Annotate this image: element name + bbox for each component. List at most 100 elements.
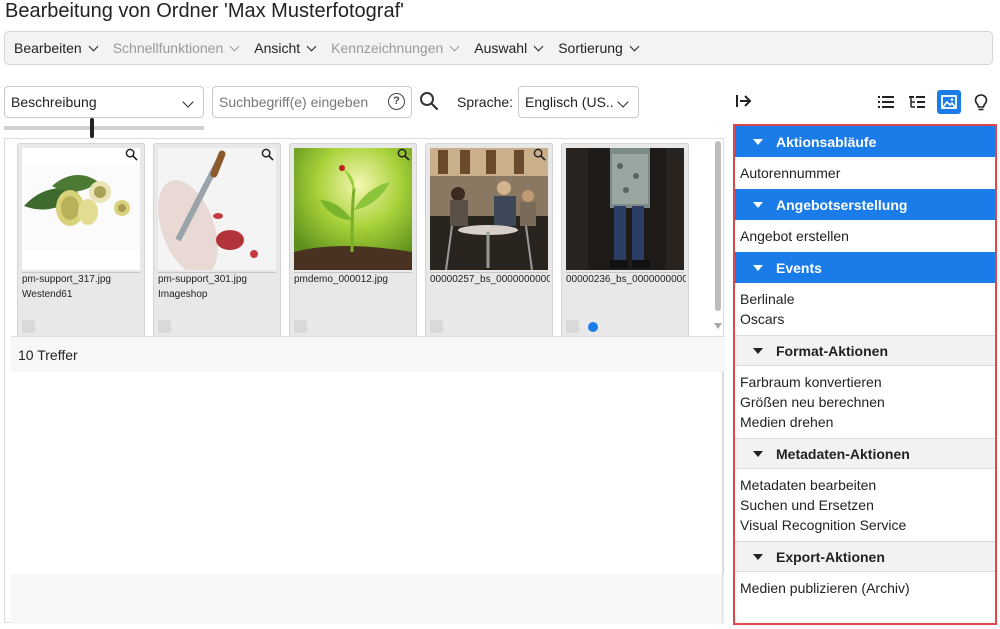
menu-label: Auswahl bbox=[474, 40, 528, 56]
triangle-down-icon bbox=[753, 553, 763, 560]
divider bbox=[566, 272, 684, 273]
menu-label: Sortierung bbox=[558, 40, 623, 56]
results-footer bbox=[11, 574, 725, 624]
results-empty-area bbox=[11, 372, 713, 574]
chevron-down-icon bbox=[88, 41, 99, 51]
action-item[interactable]: Berlinale bbox=[740, 289, 995, 309]
list-view-icon[interactable] bbox=[877, 94, 895, 110]
zoom-icon[interactable] bbox=[125, 148, 138, 161]
menu-label: Bearbeiten bbox=[14, 40, 82, 56]
action-list: Medien publizieren (Archiv) bbox=[735, 572, 995, 604]
thumbnail-image[interactable] bbox=[294, 148, 412, 270]
thumbnail-image[interactable] bbox=[430, 148, 548, 270]
action-section-title: Angebotserstellung bbox=[776, 196, 908, 213]
tree-view-icon[interactable] bbox=[908, 94, 926, 110]
action-section-title: Export-Aktionen bbox=[776, 548, 885, 565]
action-item[interactable]: Medien drehen bbox=[740, 412, 995, 432]
lightbulb-icon[interactable] bbox=[973, 93, 989, 113]
thumbnail-image[interactable] bbox=[22, 148, 140, 270]
chevron-down-icon bbox=[182, 96, 194, 108]
select-checkbox[interactable] bbox=[566, 320, 579, 333]
help-icon[interactable]: ? bbox=[388, 93, 405, 110]
scrollbar-thumb[interactable] bbox=[715, 141, 721, 311]
menu-bearbeiten[interactable]: Bearbeiten bbox=[14, 40, 99, 56]
menu-auswahl[interactable]: Auswahl bbox=[474, 40, 544, 56]
search-input[interactable] bbox=[212, 86, 412, 118]
thumbnail-card[interactable]: pm-support_301.jpg Imageshop bbox=[153, 143, 281, 337]
image-view-icon[interactable] bbox=[937, 90, 961, 114]
search-icon[interactable] bbox=[419, 91, 439, 111]
slider-handle[interactable] bbox=[90, 118, 94, 138]
action-section-header[interactable]: Events bbox=[735, 252, 995, 283]
divider bbox=[430, 272, 548, 273]
menu-schnellfunktionen: Schnellfunktionen bbox=[112, 40, 240, 56]
triangle-down-icon bbox=[753, 264, 763, 271]
action-item[interactable]: Farbraum konvertieren bbox=[740, 372, 995, 392]
divider bbox=[22, 272, 140, 273]
thumbnail-grid: pm-support_317.jpg Westend61 pm-support_30… bbox=[5, 139, 713, 337]
triangle-down-icon bbox=[753, 450, 763, 457]
hit-count: 10 Treffer bbox=[11, 336, 725, 372]
action-item[interactable]: Autorennummer bbox=[740, 163, 995, 183]
thumbnail-filename: pm-support_317.jpg bbox=[22, 274, 111, 285]
zoom-icon[interactable] bbox=[669, 148, 682, 161]
action-item[interactable]: Angebot erstellen bbox=[740, 226, 995, 246]
action-section-header[interactable]: Format-Aktionen bbox=[735, 335, 995, 366]
triangle-down-icon bbox=[753, 347, 763, 354]
thumbnail-filename: pmdemo_000012.jpg bbox=[294, 274, 388, 285]
action-section-header[interactable]: Angebotserstellung bbox=[735, 189, 995, 220]
thumbnail-card[interactable]: 00000257_bs_00000000000 bbox=[425, 143, 553, 337]
triangle-down-icon bbox=[753, 138, 763, 145]
page-title: Bearbeitung von Ordner 'Max Musterfotogr… bbox=[5, 0, 404, 22]
thumbnail-card[interactable]: pm-support_317.jpg Westend61 bbox=[17, 143, 145, 337]
thumbnail-image[interactable] bbox=[158, 148, 276, 270]
language-value: Englisch (US... bbox=[525, 94, 615, 110]
select-checkbox[interactable] bbox=[430, 320, 443, 333]
action-list: Farbraum konvertieren Größen neu berechne… bbox=[735, 366, 995, 438]
action-section-header[interactable]: Metadaten-Aktionen bbox=[735, 438, 995, 469]
action-section-header[interactable]: Aktionsabläufe bbox=[735, 126, 995, 157]
action-list: Berlinale Oscars bbox=[735, 283, 995, 335]
scroll-down-arrow-icon[interactable] bbox=[714, 323, 722, 329]
select-checkbox[interactable] bbox=[22, 320, 35, 333]
action-item[interactable]: Oscars bbox=[740, 309, 995, 329]
divider bbox=[722, 371, 723, 623]
menu-ansicht[interactable]: Ansicht bbox=[254, 40, 317, 56]
language-select[interactable]: Englisch (US... bbox=[518, 86, 639, 118]
panel-collapse-icon[interactable] bbox=[735, 93, 753, 109]
status-dot-icon bbox=[588, 322, 598, 332]
action-item[interactable]: Metadaten bearbeiten bbox=[740, 475, 995, 495]
thumbnail-filename: 00000257_bs_00000000000 bbox=[430, 274, 550, 285]
zoom-icon[interactable] bbox=[533, 148, 546, 161]
vertical-scrollbar[interactable] bbox=[713, 139, 723, 337]
image-icon bbox=[941, 95, 957, 109]
action-item[interactable]: Medien publizieren (Archiv) bbox=[740, 578, 995, 598]
select-checkbox[interactable] bbox=[158, 320, 171, 333]
action-item[interactable]: Größen neu berechnen bbox=[740, 392, 995, 412]
action-item[interactable]: Visual Recognition Service bbox=[740, 515, 995, 535]
menu-sortierung[interactable]: Sortierung bbox=[558, 40, 640, 56]
zoom-icon[interactable] bbox=[397, 148, 410, 161]
thumbnail-size-slider[interactable] bbox=[4, 126, 204, 130]
divider bbox=[294, 272, 412, 273]
results-panel: pm-support_317.jpg Westend61 pm-support_30… bbox=[4, 138, 725, 624]
thumbnail-credit: Imageshop bbox=[158, 289, 208, 300]
action-section-header[interactable]: Export-Aktionen bbox=[735, 541, 995, 572]
thumbnail-card[interactable]: pmdemo_000012.jpg bbox=[289, 143, 417, 337]
action-section-title: Aktionsabläufe bbox=[776, 133, 877, 150]
actions-panel: Aktionsabläufe Autorennummer Angebotserste… bbox=[733, 124, 997, 625]
zoom-icon[interactable] bbox=[261, 148, 274, 161]
menu-label: Schnellfunktionen bbox=[112, 40, 224, 56]
select-checkbox[interactable] bbox=[294, 320, 307, 333]
menu-label: Ansicht bbox=[254, 40, 301, 56]
chevron-down-icon bbox=[229, 41, 240, 51]
search-field-select[interactable]: Beschreibung bbox=[4, 86, 204, 118]
thumbnail-card[interactable]: 00000236_bs_00000000000 bbox=[561, 143, 689, 337]
action-item[interactable]: Suchen und Ersetzen bbox=[740, 495, 995, 515]
thumbnail-image[interactable] bbox=[566, 148, 684, 270]
chevron-down-icon bbox=[617, 96, 629, 108]
divider bbox=[158, 272, 276, 273]
action-list: Autorennummer bbox=[735, 157, 995, 189]
action-section-title: Metadaten-Aktionen bbox=[776, 445, 910, 462]
chevron-down-icon bbox=[629, 41, 640, 51]
